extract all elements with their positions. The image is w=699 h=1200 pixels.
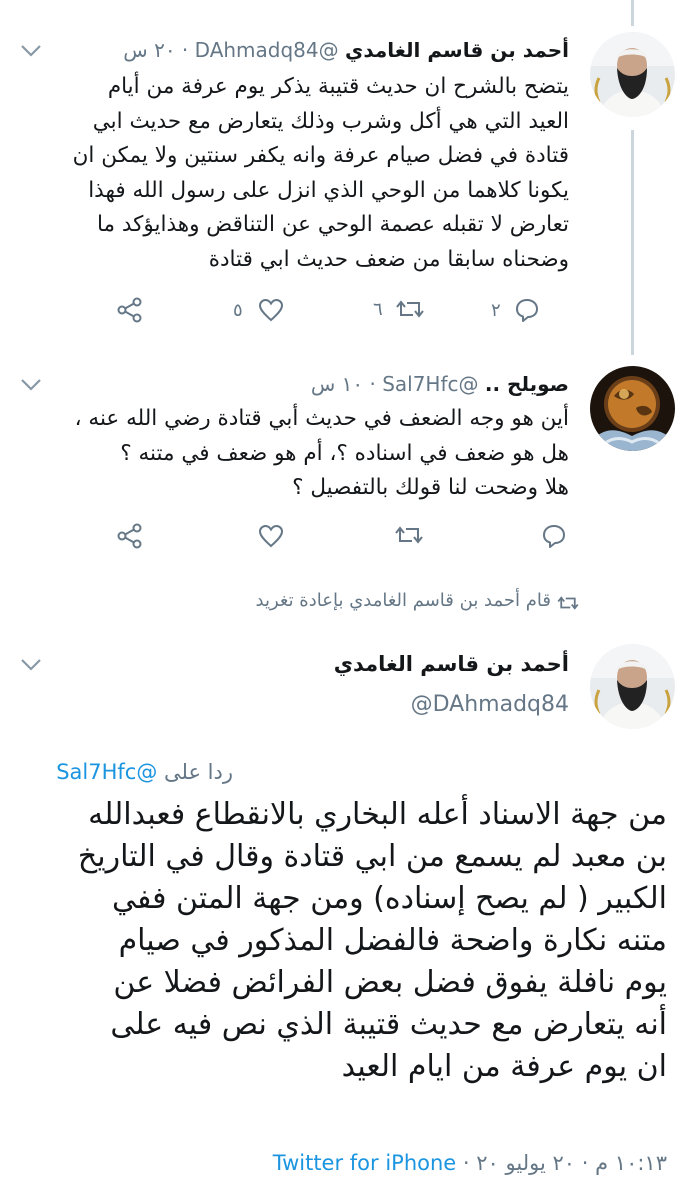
avatar[interactable] [590, 644, 675, 729]
text-line: يوم نافلة يفوق فضل بعض الفرائض فضلا عن [113, 965, 667, 1000]
text-line: من جهة الاسناد أعله البخاري بالانقطاع فع… [88, 797, 667, 832]
tweet-time[interactable]: ٢٠ س [123, 38, 175, 62]
tweet-actions [0, 523, 699, 553]
tweet-header: صويلح .. @Sal7Hfc · ١٠ س [311, 372, 569, 396]
reply-count: ٢ [491, 299, 501, 321]
chevron-down-icon[interactable] [20, 378, 42, 392]
reply-button[interactable]: ٢ [491, 297, 541, 323]
like-button[interactable] [257, 523, 285, 549]
text-line: أنه يتعارض مع حديث قتيبة الذي نص فيه على [110, 1007, 667, 1042]
user-handle[interactable]: @DAhmadq84 [411, 692, 569, 717]
text-line: أين هو وجه الضعف في حديث أبي قتادة رضي ا… [74, 406, 569, 431]
like-button[interactable]: ٥ [233, 297, 285, 323]
text-line: يكونا كلاهما من الوحي الذي انزل على رسول… [88, 177, 569, 203]
text-line: العيد التي هي أكل وشرب وذلك يتعارض مع حد… [92, 108, 569, 134]
separator: · [462, 1151, 470, 1175]
tweet-date[interactable]: ٢٠ يوليو ٢٠ [476, 1151, 575, 1175]
heart-icon [258, 524, 284, 548]
display-name[interactable]: أحمد بن قاسم الغامدي [345, 38, 569, 62]
text-line: قتادة في فضل صيام عرفة وانه يكفر سنتين و… [72, 143, 569, 168]
retweet-icon [396, 300, 424, 318]
reply-icon [543, 525, 565, 548]
user-handle[interactable]: @DAhmadq84 [195, 38, 339, 62]
thread-line-top [631, 0, 634, 26]
avatar[interactable] [590, 366, 675, 451]
avatar[interactable] [590, 32, 675, 117]
retweet-icon [556, 594, 580, 616]
tweet-actions: ٢ ٦ ٥ [0, 297, 699, 327]
text-line: هلا وضحت لنا قولك بالتفصيل ؟ [292, 475, 569, 500]
text-line: وضحناه سابقا من ضعف حديث ابي قتادة [208, 246, 569, 272]
display-name[interactable]: صويلح .. [485, 372, 569, 396]
retweet-note[interactable]: قام أحمد بن قاسم الغامدي بإعادة تغريد [256, 590, 552, 611]
reply-prefix: ردا على [164, 760, 233, 784]
tweet-meta: ١٠:١٣ م · ٢٠ يوليو ٢٠ · Twitter for iPho… [273, 1151, 667, 1175]
replying-to: ردا على @Sal7Hfc [56, 760, 233, 784]
text-line: يتضح بالشرح ان حديث قتيبة يذكر يوم عرفة … [107, 74, 569, 99]
text-line: تعارض لا تقبله عصمة الوحي عن التناقض وهذ… [96, 212, 569, 237]
tweet-source[interactable]: Twitter for iPhone [273, 1151, 457, 1175]
text-line: متنه نكارة واضحة فالفضل المذكور في صيام [118, 923, 667, 958]
retweet-button[interactable] [394, 523, 424, 547]
chevron-down-icon[interactable] [20, 658, 42, 672]
text-line: هل هو ضعف في اسناده ؟، أم هو ضعف في متنه… [120, 440, 569, 466]
separator: · [581, 1151, 589, 1175]
share-icon [117, 523, 142, 549]
reply-button[interactable] [540, 523, 568, 549]
tweet-header: أحمد بن قاسم الغامدي @DAhmadq84 · ٢٠ س [123, 38, 569, 62]
like-count: ٥ [233, 299, 243, 321]
retweet-count: ٦ [373, 298, 383, 320]
tweet-text: يتضح بالشرح ان حديث قتيبة يذكر يوم عرفة … [73, 70, 569, 277]
reply-to-link[interactable]: @Sal7Hfc [56, 760, 157, 784]
tweet-text: من جهة الاسناد أعله البخاري بالانقطاع فع… [78, 794, 667, 1088]
chevron-down-icon[interactable] [20, 44, 42, 58]
reply-icon [516, 299, 538, 322]
share-button[interactable] [116, 523, 144, 549]
text-line: الكبير ( لم يصح إسناده) ومن جهة المتن فف… [111, 881, 667, 916]
separator: · [369, 372, 376, 396]
tweet-time[interactable]: ١٠ س [311, 372, 363, 396]
user-handle[interactable]: @Sal7Hfc [382, 372, 478, 396]
heart-icon [258, 298, 284, 322]
share-button[interactable] [116, 297, 144, 323]
retweet-icon [395, 526, 423, 544]
retweet-button[interactable]: ٦ [373, 297, 425, 321]
text-line: ان يوم عرفة من ايام العيد [341, 1049, 667, 1084]
display-name[interactable]: أحمد بن قاسم الغامدي [334, 652, 569, 676]
text-line: بن معبد لم يسمع من ابي قتادة وقال في الت… [77, 839, 667, 874]
share-icon [117, 297, 142, 323]
separator: · [181, 38, 189, 62]
tweet-time[interactable]: ١٠:١٣ م [595, 1151, 667, 1175]
tweet-text: أين هو وجه الضعف في حديث أبي قتادة رضي ا… [75, 402, 569, 506]
